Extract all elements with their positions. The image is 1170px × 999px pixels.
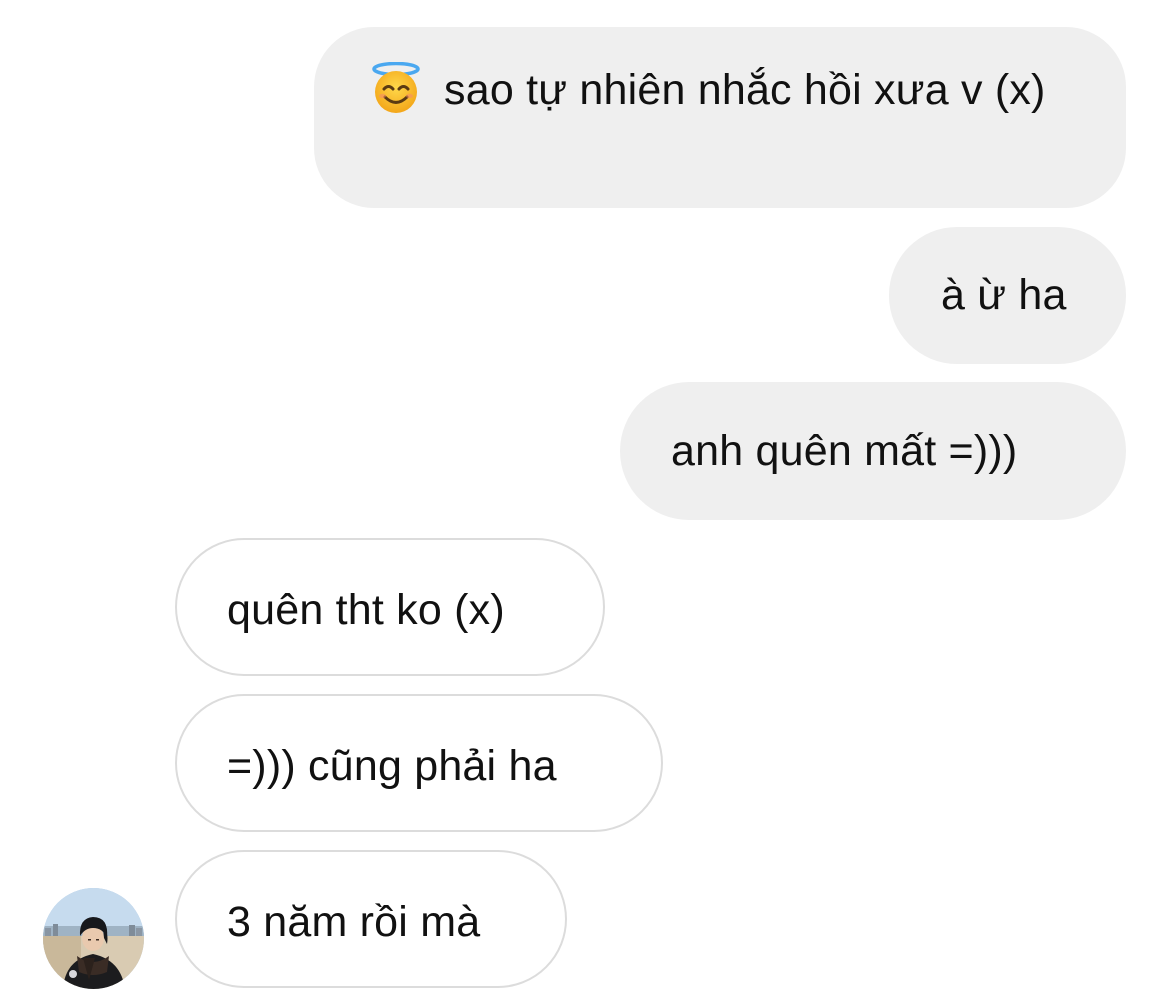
message-text: quên tht ko (x) xyxy=(227,586,505,634)
message-text: =))) cũng phải ha xyxy=(227,742,557,790)
avatar-photo xyxy=(43,888,144,989)
smiling-face-with-halo-icon xyxy=(368,62,424,114)
message-text: anh quên mất =))) xyxy=(671,427,1018,475)
message-bubble-received[interactable]: =))) cũng phải ha xyxy=(175,694,663,832)
message-text: 3 năm rồi mà xyxy=(227,898,481,946)
message-text: sao tự nhiên nhắc hồi xưa v (x) xyxy=(444,66,1046,114)
message-bubble-received[interactable]: quên tht ko (x) xyxy=(175,538,605,676)
message-bubble-sent[interactable]: à ừ ha xyxy=(889,227,1126,364)
sender-avatar[interactable] xyxy=(43,888,144,989)
message-bubble-sent[interactable]: sao tự nhiên nhắc hồi xưa v (x) xyxy=(314,27,1126,208)
message-bubble-received[interactable]: 3 năm rồi mà xyxy=(175,850,567,988)
message-text: à ừ ha xyxy=(941,271,1067,319)
message-bubble-sent[interactable]: anh quên mất =))) xyxy=(620,382,1126,520)
